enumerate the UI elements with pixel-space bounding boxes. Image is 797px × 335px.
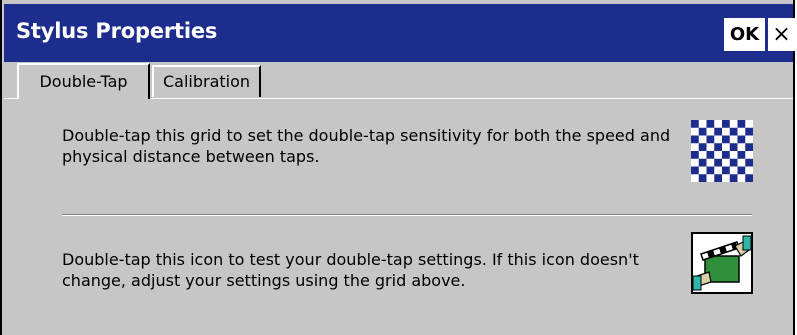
grid-instructions: Double-tap this grid to set the double-t… xyxy=(62,126,671,166)
tab-calibration[interactable]: Calibration xyxy=(152,65,261,97)
grid-cell xyxy=(729,158,738,167)
grid-cell xyxy=(722,120,730,128)
grid-cell xyxy=(714,174,722,182)
grid-cell xyxy=(714,143,722,151)
test-instructions: Double-tap this icon to test your double… xyxy=(62,250,639,290)
grid-cell xyxy=(729,174,738,182)
grid-cell xyxy=(737,151,746,159)
tab-double-tap[interactable]: Double-Tap xyxy=(17,63,150,99)
stylus-properties-window: Stylus Properties OK × Double-Tap Calibr… xyxy=(0,0,795,335)
grid-cell xyxy=(698,127,707,136)
grid-cell xyxy=(737,166,746,175)
grid-cell xyxy=(691,135,699,144)
active-tab-gap xyxy=(19,98,148,100)
grid-cell xyxy=(698,143,707,151)
clapperboard-hands-icon[interactable] xyxy=(691,232,753,294)
grid-cell xyxy=(706,166,715,175)
grid-cell xyxy=(729,143,738,151)
grid-cell xyxy=(729,127,738,136)
grid-cell xyxy=(722,151,730,159)
grid-cell xyxy=(706,120,715,128)
grid-cell xyxy=(745,174,753,182)
grid-cell xyxy=(722,135,730,144)
grid-cell xyxy=(745,143,753,151)
grid-cell xyxy=(691,151,699,159)
clapperboard-hands-graphic xyxy=(691,232,753,294)
checkerboard-grid-icon[interactable] xyxy=(691,120,753,182)
grid-cell xyxy=(691,166,699,175)
title-bar: Stylus Properties OK × xyxy=(4,4,795,62)
grid-cell xyxy=(698,174,707,182)
grid-cell xyxy=(722,166,730,175)
grid-cell xyxy=(706,151,715,159)
grid-cell xyxy=(737,135,746,144)
grid-cell xyxy=(737,120,746,128)
checkerboard-grid-graphic xyxy=(691,120,753,182)
grid-cell xyxy=(706,135,715,144)
grid-cell xyxy=(745,127,753,136)
grid-cell xyxy=(745,158,753,167)
grid-cell xyxy=(698,158,707,167)
close-button[interactable]: × xyxy=(768,18,795,51)
section-separator xyxy=(62,214,752,216)
grid-cell xyxy=(714,127,722,136)
ok-button[interactable]: OK xyxy=(724,18,765,51)
window-title: Stylus Properties xyxy=(16,19,218,43)
grid-cell xyxy=(714,158,722,167)
grid-cell xyxy=(691,120,699,128)
